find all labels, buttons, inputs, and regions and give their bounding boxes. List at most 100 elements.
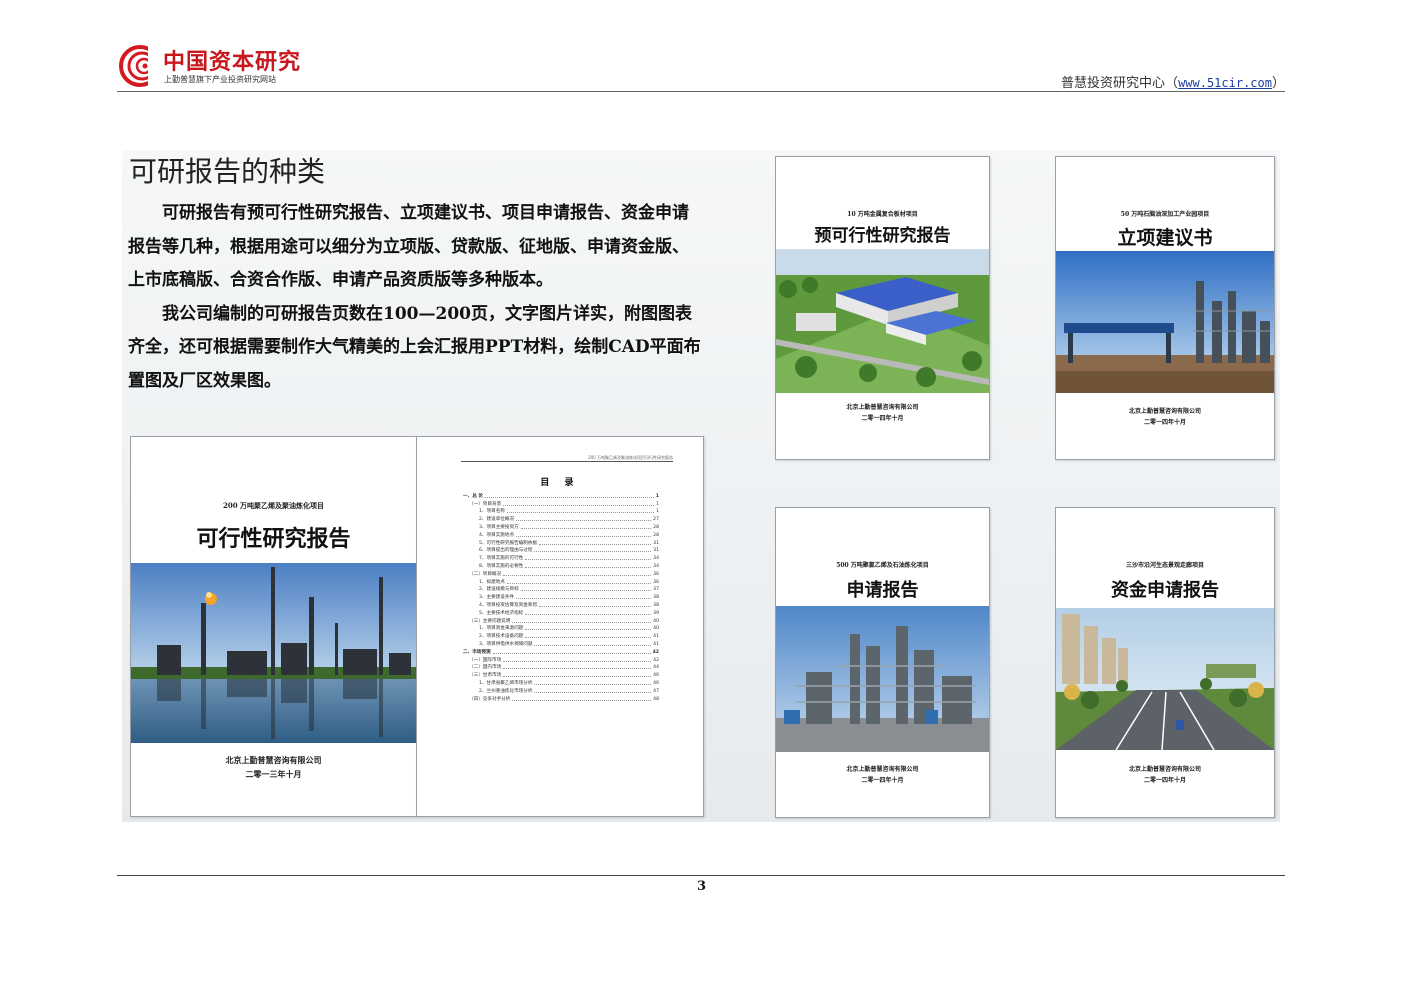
cover-title: 资金申请报告 (1111, 580, 1219, 601)
toc-title: 目 录 (540, 478, 580, 488)
toc-row: （二）国内市场 44 (463, 663, 659, 671)
toc-leader-dots (512, 621, 652, 623)
toc-entry-text: 1、甘肃省聚乙烯市场分析 (479, 680, 533, 686)
toc-row: 3、主要建设条件 38 (463, 592, 659, 600)
section-title: 可研报告的种类 (129, 155, 326, 188)
toc-row: 5、主要技术经济指标 39 (463, 608, 659, 616)
toc-entry-text: 2、建设规模与目标 (479, 587, 519, 593)
toc-row: 7、项目实施的可行性 34 (463, 553, 659, 561)
toc-row: （二）项目概况 36 (463, 569, 659, 577)
toc-entry-text: 5、主要技术经济指标 (479, 610, 524, 616)
toc-entry-page: 41 (653, 641, 659, 647)
cover-title: 预可行性研究报告 (814, 226, 951, 246)
cover-title: 可行性研究报告 (196, 526, 351, 552)
cover-project-name: 50 万吨石脑油深加工产业园项目 (1120, 211, 1210, 218)
toc-leader-dots (534, 644, 652, 646)
toc-entry-text: （二）国内市场 (469, 665, 502, 671)
funding-application-cover: 三沙市沿河生态景观走廊项目 资金申请报告 北京上勤普慧咨询有限公司 二零一四年十… (1055, 507, 1275, 818)
toc-row: 2、建设规模与目标 37 (463, 585, 659, 593)
toc-row: 2、建设单位概况 27 (463, 514, 659, 522)
toc-entry-page: 40 (653, 618, 659, 624)
toc-list: 一、总 论 1 （一）项目背景 1 1、项目名称 1 2、建设单位概况 27 3、项目主要投资方… (463, 491, 659, 702)
toc-entry-text: （一）国际市场 (469, 657, 502, 663)
toc-entry-text: （四）竞争对手分析 (469, 696, 511, 702)
toc-entry-page: 1 (655, 493, 659, 499)
toc-leader-dots (525, 637, 652, 639)
cover-date: 二零一四年十月 (1143, 419, 1186, 426)
toc-leader-dots (506, 582, 652, 584)
logo-name: 中国资本研究 (163, 49, 302, 75)
toc-entry-text: 3、主要建设条件 (479, 595, 515, 601)
toc-entry-text: 3、项目主要投资方 (479, 524, 519, 530)
cover-title: 申请报告 (846, 580, 919, 601)
toc-leader-dots (516, 520, 652, 522)
toc-entry-text: 二、市场预测 (463, 649, 491, 655)
toc-entry-page: 28 (653, 532, 659, 538)
toc-leader-dots (503, 668, 652, 670)
cover-footer: 北京上勤普慧咨询有限公司 二零一四年十月 (776, 764, 989, 786)
cover-date: 二零一四年十月 (1143, 777, 1186, 784)
toc-entry-text: （三）主要问题说明 (469, 618, 511, 624)
toc-leader-dots (520, 590, 652, 592)
industrial-park-photo (1056, 251, 1274, 393)
toc-row: 1、甘肃省聚乙烯市场分析 46 (463, 678, 659, 686)
toc-entry-page: 46 (653, 673, 659, 679)
toc-leader-dots (492, 652, 651, 654)
cover-company: 北京上勤普慧咨询有限公司 (1128, 408, 1201, 415)
cover-date: 二零一四年十月 (861, 415, 904, 422)
refinery-photo (131, 563, 416, 743)
toc-entry-page: 48 (653, 696, 659, 702)
cover-company: 北京上勤普慧咨询有限公司 (1128, 766, 1201, 773)
toc-row: 2、项目技术设备问题 41 (463, 631, 659, 639)
logo-tagline: 上勤普慧旗下产业投资研究网站 (164, 75, 276, 84)
toc-leader-dots (506, 512, 655, 514)
toc-entry-text: 5、可行性研究报告编制依据 (479, 540, 538, 546)
toc-row: （四）竞争对手分析 48 (463, 694, 659, 702)
toc-entry-page: 39 (653, 610, 659, 616)
toc-entry-page: 31 (653, 548, 659, 554)
toc-row: 二、市场预测 42 (463, 647, 659, 655)
project-proposal-cover: 50 万吨石脑油深加工产业园项目 立项建议书 北京上勤普慧咨询有限公司 二零一四… (1055, 156, 1275, 460)
toc-entry-page: 31 (653, 540, 659, 546)
toc-row: 5、可行性研究报告编制依据 31 (463, 538, 659, 546)
toc-leader-dots (516, 598, 652, 600)
toc-row: 1、拟建地点 36 (463, 577, 659, 585)
toc-entry-page: 36 (653, 571, 659, 577)
header-org: 普慧投资研究中心（www.51cir.com） (1061, 72, 1285, 91)
toc-entry-text: 2、项目技术设备问题 (479, 634, 524, 640)
header-url-link[interactable]: www.51cir.com (1178, 76, 1272, 90)
toc-entry-text: 2、建设单位概况 (479, 517, 515, 523)
toc-entry-page: 27 (653, 517, 659, 523)
cover-company: 北京上勤普慧咨询有限公司 (846, 766, 919, 773)
toc-leader-dots (512, 699, 652, 701)
toc-leader-dots (525, 559, 652, 561)
body-paragraph-1: 可研报告有预可行性研究报告、立项建议书、项目申请报告、资金申请报告等几种，根据用… (128, 203, 689, 290)
toc-entry-page: 44 (653, 665, 659, 671)
toc-leader-dots (525, 566, 652, 568)
cover-date: 二零一三年十月 (245, 769, 302, 779)
toc-entry-page: 1 (656, 501, 659, 507)
toc-row: （一）项目背景 1 (463, 499, 659, 507)
page-number: 3 (696, 879, 707, 894)
toc-leader-dots (503, 574, 652, 576)
toc-row: （一）国际市场 42 (463, 655, 659, 663)
toc-row: 1、项目名称 1 (463, 507, 659, 514)
toc-leader-dots (503, 660, 652, 662)
toc-entry-page: 38 (653, 595, 659, 601)
toc-entry-page: 34 (653, 563, 659, 569)
toc-entry-page: 38 (653, 602, 659, 608)
toc-row: 3、项目供电供水保障问题 41 (463, 639, 659, 647)
toc-row: 1、项目资金来源问题 40 (463, 624, 659, 632)
factory-rendering-photo (776, 249, 989, 393)
toc-leader-dots (525, 629, 652, 631)
toc-entry-page: 40 (653, 626, 659, 632)
toc-row: 8、项目实施的必要性 34 (463, 561, 659, 569)
toc-entry-text: 1、拟建地点 (479, 579, 505, 585)
toc-entry-page: 28 (653, 524, 659, 530)
petrochemical-plant-photo (776, 606, 989, 752)
pre-feasibility-report-cover: 10 万吨金属复合板材项目 预可行性研究报告 北京上勤普慧咨询有限公司 二零一四… (775, 156, 990, 460)
cover-project-name: 200 万吨聚乙烯及聚油炼化项目 (222, 501, 325, 510)
toc-entry-page: 46 (653, 680, 659, 686)
toc-entry-text: 2、兰州重油炼化市场分析 (479, 688, 533, 694)
toc-leader-dots (516, 535, 652, 537)
